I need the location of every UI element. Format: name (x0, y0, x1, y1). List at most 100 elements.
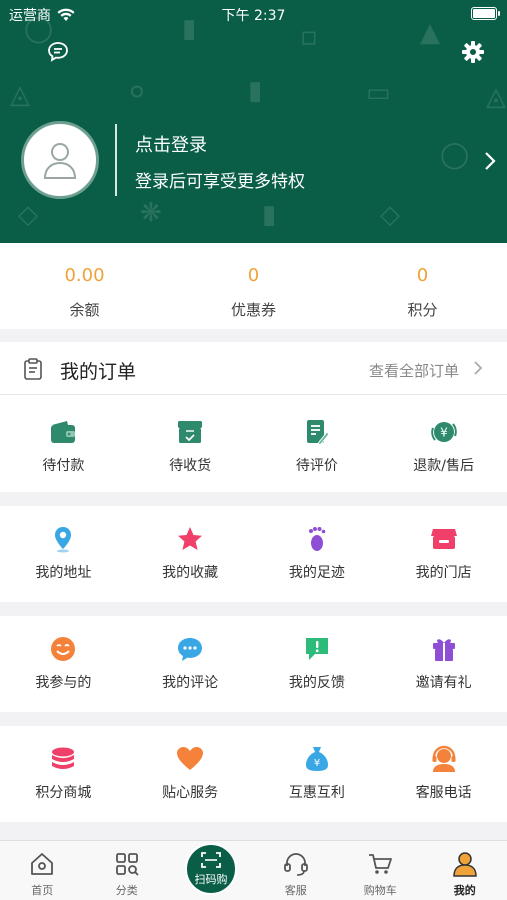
order-item-label: 待付款 (42, 458, 85, 474)
orders-header[interactable]: 我的订单 查看全部订单 (0, 342, 507, 395)
home-icon (31, 853, 54, 875)
caring-service[interactable]: 贴心服务 (127, 726, 254, 802)
service-label: 我的收藏 (162, 565, 219, 581)
tab-label: 首页 (31, 884, 54, 897)
box-icon (178, 421, 203, 443)
order-item-label: 待收货 (169, 458, 212, 474)
svg-text:¥: ¥ (314, 758, 320, 769)
scan-icon (201, 852, 221, 868)
my-store[interactable]: 我的门店 (380, 506, 507, 582)
order-item-label: 待评价 (295, 458, 338, 474)
services-panel-3: 积分商城 贴心服务 ¥ 互惠互利 客服电话 (0, 726, 507, 822)
tab-label: 我的 (453, 884, 476, 897)
tab-label: 客服 (284, 884, 307, 897)
stat-balance[interactable]: 0.00 余额 (0, 243, 169, 329)
my-favorites[interactable]: 我的收藏 (127, 506, 254, 582)
smile-icon (51, 637, 76, 661)
divider (115, 124, 117, 196)
service-label: 客服电话 (415, 785, 472, 801)
order-pending-receipt[interactable]: 待收货 (127, 395, 254, 475)
tab-scan-buy[interactable]: 扫码购 (185, 843, 237, 895)
settings-icon[interactable] (461, 40, 485, 64)
user-silhouette-icon (43, 143, 77, 179)
gift-icon (432, 639, 455, 661)
tab-home[interactable]: 首页 (0, 841, 85, 900)
review-icon (306, 420, 330, 446)
tab-label: 购物车 (363, 884, 397, 897)
decor-icon: ◯ (440, 140, 470, 170)
tab-service[interactable]: 客服 (254, 841, 339, 900)
my-footprints[interactable]: 我的足迹 (254, 506, 381, 582)
order-pending-review[interactable]: 待评价 (254, 395, 381, 475)
money-bag-icon: ¥ (305, 747, 328, 771)
coins-icon (52, 747, 75, 769)
decor-icon: ❋ (140, 198, 162, 228)
account-stats: 0.00 余额 0 优惠券 0 积分 (0, 243, 507, 329)
service-label: 我的反馈 (288, 675, 345, 691)
stat-value: 0 (247, 265, 260, 286)
feedback-icon (305, 638, 328, 660)
profile-header: ◯ ▮ ▫ ▲ ◬ ⚪ ▮ ▭ ◬ ◯ ◇ ❋ ▮ ◇ 运营商 下午 2:37 (0, 0, 507, 243)
battery-icon (471, 7, 500, 20)
invite-gift[interactable]: 邀请有礼 (380, 616, 507, 692)
mutual-benefit[interactable]: ¥ 互惠互利 (254, 726, 381, 802)
clipboard-icon (24, 358, 42, 380)
status-time: 下午 2:37 (221, 8, 286, 24)
points-mall[interactable]: 积分商城 (0, 726, 127, 802)
orders-section: 我的订单 查看全部订单 待付款 待收货 待评价 ¥ 退款/售后 (0, 342, 507, 492)
orders-title: 我的订单 (60, 361, 137, 383)
decor-icon: ◬ (10, 80, 30, 110)
refund-icon: ¥ (430, 422, 457, 442)
service-label: 我的地址 (35, 565, 92, 581)
tab-bar: 首页 分类 客服 购物车 我的 (0, 840, 507, 900)
comment-icon (178, 638, 203, 661)
category-icon (115, 853, 139, 876)
service-label: 积分商城 (35, 785, 92, 801)
footprint-icon (308, 527, 326, 551)
decor-icon: ⚪ (126, 78, 148, 108)
decor-icon: ▮ (262, 200, 277, 230)
decor-icon: ▮ (248, 76, 263, 106)
stat-coupons[interactable]: 0 优惠券 (169, 243, 338, 329)
service-label: 我参与的 (35, 675, 92, 691)
my-comments[interactable]: 我的评论 (127, 616, 254, 692)
tab-mine[interactable]: 我的 (423, 841, 507, 900)
chevron-right-icon (474, 361, 483, 375)
my-address[interactable]: 我的地址 (0, 506, 127, 582)
services-panel-1: 我的地址 我的收藏 我的足迹 我的门店 (0, 506, 507, 602)
tab-label: 扫码购 (194, 873, 228, 886)
service-label: 邀请有礼 (415, 675, 472, 691)
service-label: 互惠互利 (288, 785, 345, 801)
stat-value: 0 (416, 265, 429, 286)
service-label: 贴心服务 (162, 785, 219, 801)
message-icon[interactable] (46, 40, 70, 64)
service-label: 我的评论 (162, 675, 219, 691)
view-all-orders-link[interactable]: 查看全部订单 (369, 360, 459, 381)
service-label: 我的足迹 (288, 565, 345, 581)
wallet-icon (51, 421, 76, 443)
svg-text:¥: ¥ (440, 426, 448, 440)
user-icon (452, 852, 477, 877)
login-subtitle: 登录后可享受更多特权 (135, 172, 305, 192)
decor-icon: ◇ (18, 200, 38, 230)
decor-icon: ◬ (486, 82, 506, 112)
stat-label: 余额 (69, 301, 100, 319)
avatar[interactable] (21, 121, 99, 199)
chevron-right-icon[interactable] (483, 150, 497, 172)
order-pending-payment[interactable]: 待付款 (0, 395, 127, 475)
status-bar: 运营商 下午 2:37 (0, 0, 507, 30)
order-refund[interactable]: ¥ 退款/售后 (380, 395, 507, 475)
cart-icon (369, 854, 393, 874)
headset-icon (283, 853, 308, 876)
order-item-label: 退款/售后 (413, 458, 474, 474)
decor-icon: ◇ (380, 200, 400, 230)
stat-label: 优惠券 (230, 301, 276, 319)
tab-category[interactable]: 分类 (85, 841, 170, 900)
service-phone[interactable]: 客服电话 (380, 726, 507, 802)
decor-icon: ▭ (366, 78, 391, 108)
tab-cart[interactable]: 购物车 (338, 841, 423, 900)
my-feedback[interactable]: 我的反馈 (254, 616, 381, 692)
my-participation[interactable]: 我参与的 (0, 616, 127, 692)
login-title[interactable]: 点击登录 (135, 131, 207, 157)
stat-points[interactable]: 0 积分 (338, 243, 507, 329)
